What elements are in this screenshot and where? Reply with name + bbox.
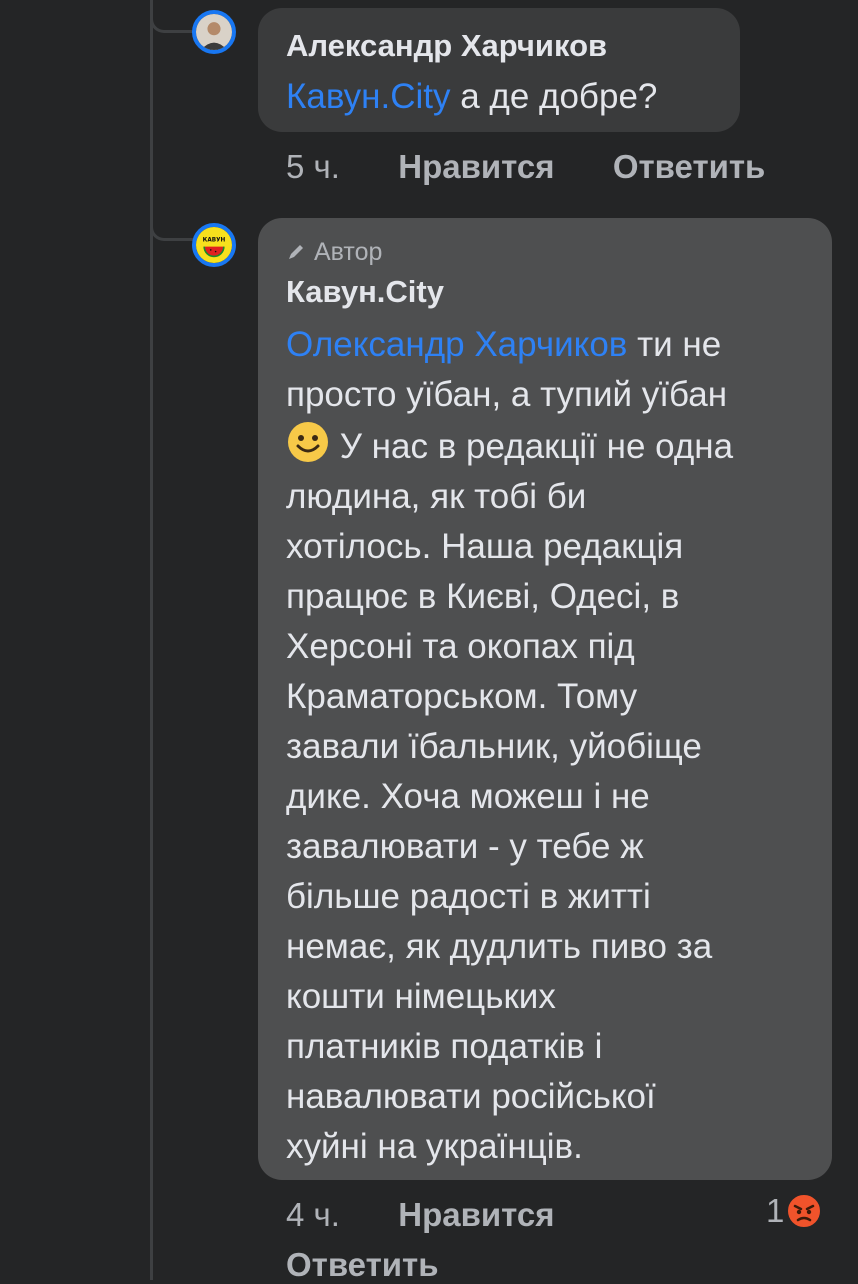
pencil-icon: [289, 245, 303, 259]
comment-author[interactable]: Кавун.City: [286, 272, 804, 312]
user-photo-icon: [196, 14, 232, 50]
page-avatar[interactable]: КАВУН: [192, 223, 236, 267]
like-button[interactable]: Нравится: [398, 148, 554, 185]
avatar[interactable]: [192, 10, 236, 54]
reaction-count: 1: [766, 1192, 785, 1229]
mention-link[interactable]: Кавун.City: [286, 77, 451, 116]
comment-author[interactable]: Александр Харчиков: [286, 26, 712, 66]
comment-actions: 4 ч. Нравится: [286, 1196, 555, 1234]
thread-line: [150, 0, 153, 1280]
svg-text:КАВУН: КАВУН: [203, 238, 226, 244]
mention-link[interactable]: Олександр Харчиков: [286, 325, 627, 364]
comment-time[interactable]: 5 ч.: [286, 148, 340, 185]
comment-text: Кавун.City а де добре?: [286, 72, 712, 122]
author-badge: Автор: [286, 234, 804, 270]
comment-bubble: Александр Харчиков Кавун.City а де добре…: [258, 8, 740, 132]
reply-button[interactable]: Ответить: [613, 148, 766, 185]
comment-time[interactable]: 4 ч.: [286, 1196, 340, 1233]
reaction-summary[interactable]: 1: [766, 1192, 823, 1230]
author-badge-label: Автор: [314, 237, 383, 266]
comment-text: Олександр Харчиков ти не просто уїбан, а…: [286, 325, 734, 1166]
angry-emoji-icon: [786, 1193, 823, 1229]
smiling-face-icon: [288, 422, 328, 462]
kavun-logo-icon: КАВУН: [196, 227, 232, 263]
reply-button[interactable]: Ответить: [286, 1246, 439, 1284]
comment-actions: 5 ч. Нравится Ответить: [286, 148, 765, 186]
comment-body: а де добре?: [450, 77, 658, 116]
thread-branch: [150, 208, 193, 241]
thread-branch: [150, 0, 193, 33]
like-button[interactable]: Нравится: [398, 1196, 554, 1233]
comment-bubble-author: Автор Кавун.City Олександр Харчиков ти н…: [258, 218, 832, 1180]
